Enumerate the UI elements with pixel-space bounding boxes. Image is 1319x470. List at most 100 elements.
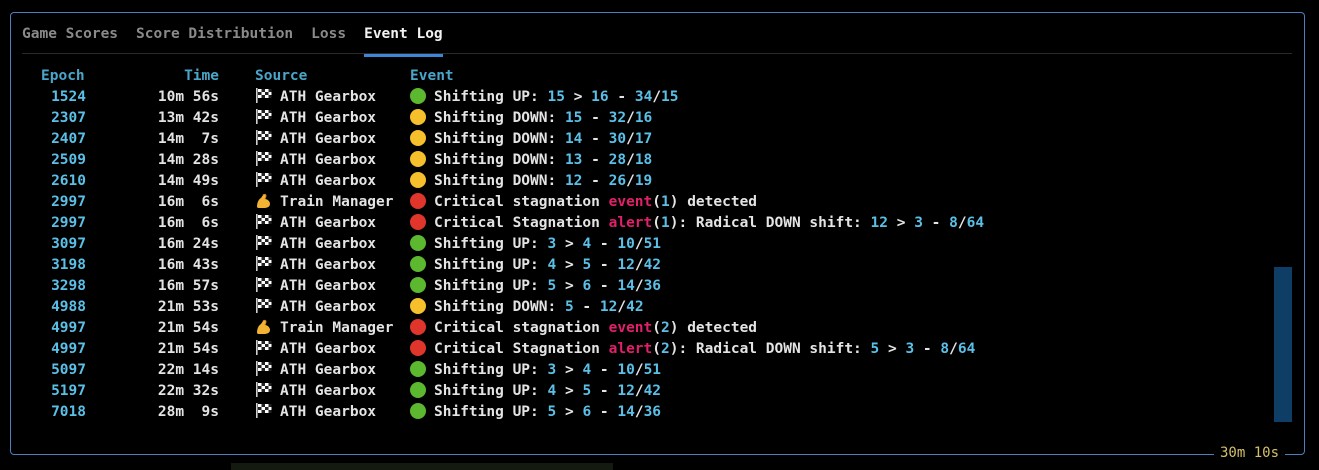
source-label: Train Manager <box>280 194 394 210</box>
table-header: Epoch Time Source Event <box>22 66 1262 87</box>
event-number: 42 <box>643 383 662 399</box>
time-cell: 16m 43s <box>157 257 219 273</box>
tab-loss[interactable]: Loss <box>311 25 346 45</box>
event-number: 51 <box>643 236 662 252</box>
event-text: Shifting DOWN: <box>434 299 565 315</box>
yellow-circle-icon <box>410 109 426 125</box>
event-text: ): Radical DOWN shift: <box>669 215 871 231</box>
source-cell: ATH Gearbox <box>219 150 390 171</box>
event-text: - <box>582 173 609 189</box>
event-text: > <box>888 215 915 231</box>
flexed-bicep-icon <box>255 193 272 209</box>
tab-event-log[interactable]: Event Log <box>364 25 443 57</box>
scrollbar-thumb[interactable] <box>1274 267 1292 422</box>
epoch-cell: 2407 <box>51 131 86 147</box>
source-cell: ATH Gearbox <box>219 381 390 402</box>
event-text: - <box>582 131 609 147</box>
event-number: 64 <box>957 341 976 357</box>
source-cell: ATH Gearbox <box>219 402 390 423</box>
epoch-cell: 5097 <box>51 362 86 378</box>
event-cell: Critical Stagnation alert(2): Radical DO… <box>390 339 1260 360</box>
event-number: 30 <box>608 131 627 147</box>
yellow-circle-icon <box>410 298 426 314</box>
table-row[interactable]: 4997 21m 54s ATH Gearbox Critical Stagnatio… <box>22 339 1262 360</box>
event-text: > <box>556 236 583 252</box>
table-row[interactable]: 1524 10m 56s ATH Gearbox Shifting UP: 15 > … <box>22 87 1262 108</box>
epoch-cell: 2997 <box>51 194 86 210</box>
time-cell: 22m 14s <box>157 362 219 378</box>
table-row[interactable]: 2407 14m 7s ATH Gearbox Shifting DOWN: 14 -… <box>22 129 1262 150</box>
checkered-flag-icon <box>255 88 272 103</box>
source-label: ATH Gearbox <box>280 362 377 378</box>
red-circle-icon <box>410 214 426 230</box>
event-text: Shifting UP: <box>434 362 548 378</box>
checkered-flag-icon <box>255 403 272 418</box>
event-number: 16 <box>634 110 653 126</box>
table-row[interactable]: 7018 28m 9s ATH Gearbox Shifting UP: 5 > 6 … <box>22 402 1262 423</box>
event-text: Critical Stagnation <box>434 215 609 231</box>
source-cell: ATH Gearbox <box>219 108 390 129</box>
event-number: 5 <box>547 278 557 294</box>
event-cell: Shifting DOWN: 12 - 26/19 <box>390 171 1260 192</box>
event-number: 3 <box>547 236 557 252</box>
event-text: Shifting DOWN: <box>434 110 565 126</box>
event-number: 4 <box>582 362 592 378</box>
event-number: 12 <box>870 215 888 231</box>
event-text: ( <box>652 320 661 336</box>
event-text: ( <box>652 194 661 210</box>
source-label: ATH Gearbox <box>280 404 377 420</box>
event-number: 12 <box>599 299 618 315</box>
yellow-circle-icon <box>410 151 426 167</box>
event-number: 12 <box>617 257 635 273</box>
table-row[interactable]: 3097 16m 24s ATH Gearbox Shifting UP: 3 > 4… <box>22 234 1262 255</box>
tab-score-distribution[interactable]: Score Distribution <box>136 25 293 45</box>
table-row[interactable]: 2307 13m 42s ATH Gearbox Shifting DOWN: 15 … <box>22 108 1262 129</box>
event-number: 6 <box>582 404 592 420</box>
column-header-time[interactable]: Time <box>107 66 219 87</box>
event-number: 36 <box>643 404 662 420</box>
event-text: / <box>949 341 958 357</box>
tab-game-scores[interactable]: Game Scores <box>22 25 118 45</box>
event-cell: Shifting UP: 4 > 5 - 12/42 <box>390 381 1260 402</box>
event-keyword: event <box>608 320 653 336</box>
checkered-flag-icon <box>255 109 272 124</box>
event-keyword: event <box>608 194 653 210</box>
event-number: 51 <box>643 362 662 378</box>
event-cell: Shifting UP: 3 > 4 - 10/51 <box>390 234 1260 255</box>
event-number: 1 <box>661 215 670 231</box>
event-number: 19 <box>634 173 653 189</box>
checkered-flag-icon <box>255 256 272 271</box>
event-text: - <box>591 383 618 399</box>
red-circle-icon <box>410 193 426 209</box>
table-row[interactable]: 5097 22m 14s ATH Gearbox Shifting UP: 3 > 4… <box>22 360 1262 381</box>
table-row[interactable]: 3298 16m 57s ATH Gearbox Shifting UP: 5 > 6… <box>22 276 1262 297</box>
event-text: / <box>626 110 635 126</box>
event-number: 4 <box>582 236 592 252</box>
source-label: ATH Gearbox <box>280 341 377 357</box>
event-number: 2 <box>661 320 670 336</box>
table-row[interactable]: 2997 16m 6s Train Manager Critical stagnati… <box>22 192 1262 213</box>
time-cell: 21m 53s <box>157 299 219 315</box>
event-number: 12 <box>564 173 583 189</box>
event-text: ): Radical DOWN shift: <box>669 341 871 357</box>
time-cell: 28m 9s <box>157 404 219 420</box>
table-row[interactable]: 2610 14m 49s ATH Gearbox Shifting DOWN: 12 … <box>22 171 1262 192</box>
checkered-flag-icon <box>255 214 272 229</box>
event-cell: Shifting DOWN: 15 - 32/16 <box>390 108 1260 129</box>
event-text: / <box>652 89 662 105</box>
epoch-cell: 7018 <box>51 404 86 420</box>
elapsed-time: 30m 10s <box>1214 444 1286 462</box>
table-row[interactable]: 3198 16m 43s ATH Gearbox Shifting UP: 4 > 5… <box>22 255 1262 276</box>
event-number: 16 <box>591 89 609 105</box>
table-row[interactable]: 2997 16m 6s ATH Gearbox Critical Stagnation… <box>22 213 1262 234</box>
event-number: 8 <box>949 215 958 231</box>
table-row[interactable]: 4988 21m 53s ATH Gearbox Shifting DOWN: 5 -… <box>22 297 1262 318</box>
column-header-event[interactable]: Event <box>390 66 1260 87</box>
column-header-source[interactable]: Source <box>219 66 390 87</box>
column-header-epoch[interactable]: Epoch <box>22 66 107 87</box>
table-row[interactable]: 4997 21m 54s Train Manager Critical stagnat… <box>22 318 1262 339</box>
table-row[interactable]: 5197 22m 32s ATH Gearbox Shifting UP: 4 > 5… <box>22 381 1262 402</box>
event-number: 2 <box>661 341 670 357</box>
table-row[interactable]: 2509 14m 28s ATH Gearbox Shifting DOWN: 13 … <box>22 150 1262 171</box>
source-cell: Train Manager <box>219 318 394 339</box>
